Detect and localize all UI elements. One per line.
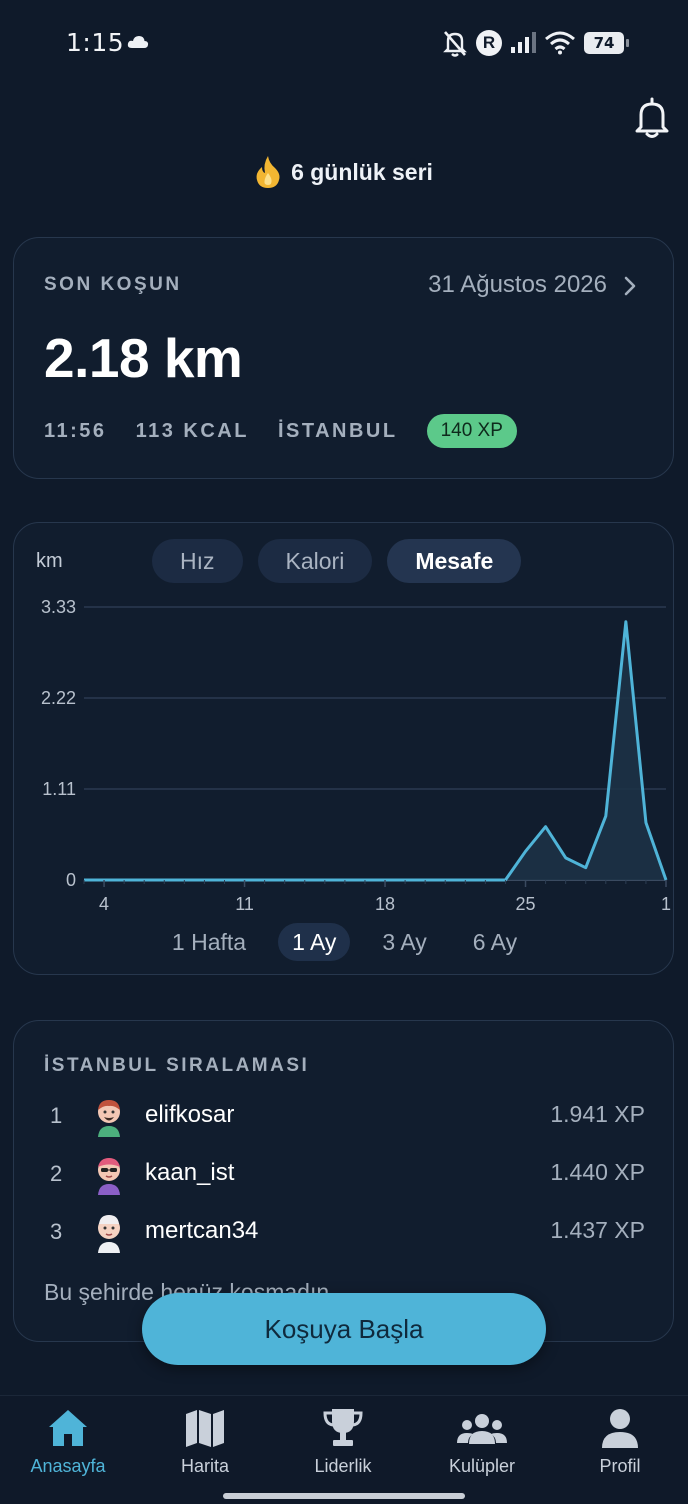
- range-tab-1-week[interactable]: 1 Hafta: [158, 923, 260, 961]
- last-run-distance: 2.18 km: [44, 327, 243, 389]
- leaderboard-row[interactable]: 1 elifkosar 1.941 XP: [14, 1093, 675, 1143]
- runner-name: mertcan34: [145, 1217, 259, 1244]
- nav-label: Harita: [180, 1456, 229, 1476]
- nav-label: Anasayfa: [30, 1456, 106, 1476]
- status-icons: R 74: [442, 27, 629, 59]
- tab-calories[interactable]: Kalori: [257, 539, 373, 583]
- run-duration: 11:56: [44, 419, 107, 442]
- status-bar: 1:15 R 74: [0, 0, 688, 88]
- map-icon: [186, 1410, 224, 1447]
- trophy-icon: [323, 1409, 363, 1446]
- y-tick-label: 0: [66, 870, 76, 890]
- chart-unit-label: km: [36, 550, 63, 572]
- run-city: İSTANBUL: [277, 419, 398, 442]
- profile-icon: [602, 1409, 638, 1448]
- bell-icon[interactable]: [633, 97, 671, 139]
- tab-speed[interactable]: Hız: [152, 539, 243, 583]
- signal-icon: [511, 32, 536, 53]
- range-tabs: 1 Hafta 1 Ay 3 Ay 6 Ay: [14, 923, 675, 961]
- runner-name: kaan_ist: [145, 1159, 235, 1186]
- avatar: [98, 1100, 120, 1137]
- cloud-icon: [127, 36, 149, 48]
- metric-tabs: Hız Kalori Mesafe: [152, 539, 522, 583]
- leaderboard-row[interactable]: 2 kaan_ist 1.440 XP: [14, 1151, 675, 1201]
- bell-off-icon: [443, 31, 467, 57]
- nav-label: Liderlik: [314, 1456, 372, 1476]
- home-icon: [49, 1410, 87, 1446]
- group-icon: [457, 1414, 507, 1444]
- y-tick-label: 2.22: [41, 688, 76, 708]
- runner-xp: 1.437 XP: [550, 1217, 645, 1243]
- nav-label: Profil: [599, 1456, 641, 1476]
- battery-icon: 74: [584, 32, 629, 54]
- data-point: [584, 866, 588, 870]
- nav-map[interactable]: Harita: [145, 1406, 265, 1477]
- bottom-nav: Anasayfa Harita Liderlik Kulüpler Profil: [0, 1395, 688, 1504]
- last-run-label: SON KOŞUN: [44, 274, 182, 295]
- x-tick-label: 1: [661, 894, 671, 914]
- x-tick-label: 18: [375, 894, 395, 914]
- runner-xp: 1.941 XP: [550, 1101, 645, 1127]
- y-tick-label: 1.11: [42, 779, 76, 799]
- nav-profile[interactable]: Profil: [560, 1406, 680, 1477]
- data-point: [624, 620, 628, 624]
- flame-icon: [256, 156, 280, 188]
- wifi-icon: [545, 31, 575, 55]
- stats-chart-card: km Hız Kalori Mesafe 3.33 2.22 1.11 0 4 11 18 2…: [13, 522, 674, 975]
- streak-banner: 6 günlük seri: [0, 155, 688, 189]
- distance-chart: 3.33 2.22 1.11 0 4 11 18 25 1: [41, 597, 671, 914]
- data-point: [644, 821, 648, 825]
- runner-xp: 1.440 XP: [550, 1159, 645, 1185]
- data-point: [604, 814, 608, 818]
- rank-number: 1: [50, 1103, 63, 1128]
- tab-distance[interactable]: Mesafe: [387, 539, 522, 583]
- avatar: [98, 1215, 120, 1253]
- xp-badge: 140 XP: [426, 414, 517, 448]
- streak-text: 6 günlük seri: [291, 158, 433, 185]
- range-tab-1-month[interactable]: 1 Ay: [278, 923, 351, 961]
- nav-clubs[interactable]: Kulüpler: [422, 1406, 542, 1477]
- data-point: [564, 856, 568, 860]
- nav-label: Kulüpler: [448, 1456, 516, 1476]
- chevron-right-icon[interactable]: [623, 275, 637, 297]
- last-run-date: 31 Ağustos 2026: [428, 271, 607, 298]
- x-tick-label: 4: [99, 894, 109, 914]
- status-time: 1:15: [66, 28, 125, 57]
- runner-name: elifkosar: [145, 1101, 235, 1128]
- roaming-icon: R: [476, 30, 502, 56]
- x-tick-label: 11: [235, 894, 254, 914]
- avatar: [98, 1158, 120, 1195]
- nav-home[interactable]: Anasayfa: [8, 1406, 128, 1477]
- last-run-card[interactable]: SON KOŞUN 31 Ağustos 2026 2.18 km 11:56 …: [13, 237, 674, 479]
- data-point: [544, 825, 548, 829]
- rank-number: 2: [50, 1161, 63, 1186]
- rank-number: 3: [50, 1219, 63, 1244]
- y-tick-label: 3.33: [41, 597, 76, 617]
- series-line: [84, 620, 668, 882]
- home-indicator: [223, 1493, 465, 1499]
- range-tab-6-months[interactable]: 6 Ay: [459, 923, 531, 961]
- start-run-button[interactable]: Koşuya Başla: [142, 1293, 546, 1365]
- series-area: [84, 621, 666, 880]
- leaderboard-title: İSTANBUL SIRALAMASI: [44, 1055, 310, 1076]
- range-tab-3-months[interactable]: 3 Ay: [368, 923, 440, 961]
- x-tick-label: 25: [516, 894, 536, 914]
- data-point: [524, 849, 528, 853]
- leaderboard-row[interactable]: 3 mertcan34 1.437 XP: [14, 1209, 675, 1259]
- run-calories: 113 KCAL: [135, 419, 249, 442]
- nav-leaderboard[interactable]: Liderlik: [283, 1406, 403, 1477]
- last-run-stats: 11:56 113 KCAL İSTANBUL 140 XP: [44, 414, 517, 448]
